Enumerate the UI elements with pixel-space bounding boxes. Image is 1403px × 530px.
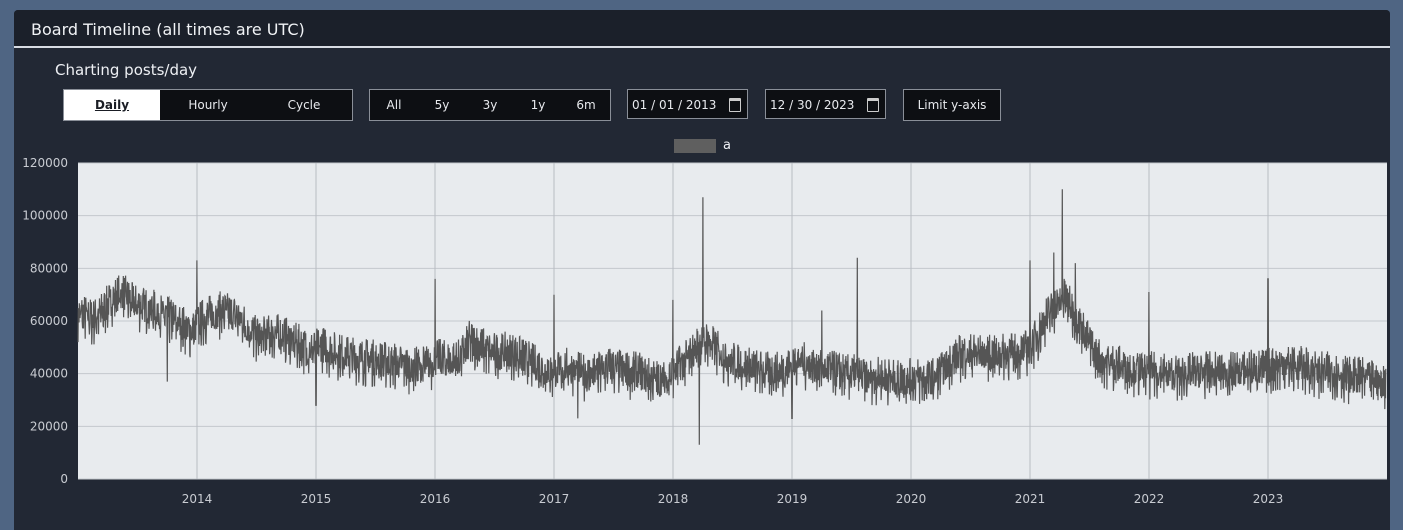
posts-per-day-chart: 0 20000 40000 60000 80000 100000 120000 2014 201…	[22, 156, 1387, 506]
y-tick-label: 20000	[30, 419, 68, 433]
x-tick-label: 2019	[777, 492, 808, 506]
y-tick-label: 0	[60, 472, 68, 486]
x-tick-label: 2018	[658, 492, 689, 506]
x-tick-label: 2020	[896, 492, 927, 506]
x-tick-label: 2023	[1253, 492, 1284, 506]
y-tick-label: 60000	[30, 314, 68, 328]
x-tick-label: 2015	[301, 492, 332, 506]
y-tick-label: 120000	[22, 156, 68, 170]
x-tick-label: 2014	[182, 492, 213, 506]
y-tick-label: 40000	[30, 367, 68, 381]
x-tick-label: 2022	[1134, 492, 1165, 506]
y-tick-label: 100000	[22, 209, 68, 223]
x-tick-label: 2016	[420, 492, 451, 506]
x-tick-label: 2017	[539, 492, 570, 506]
x-tick-label: 2021	[1015, 492, 1046, 506]
y-tick-label: 80000	[30, 261, 68, 275]
